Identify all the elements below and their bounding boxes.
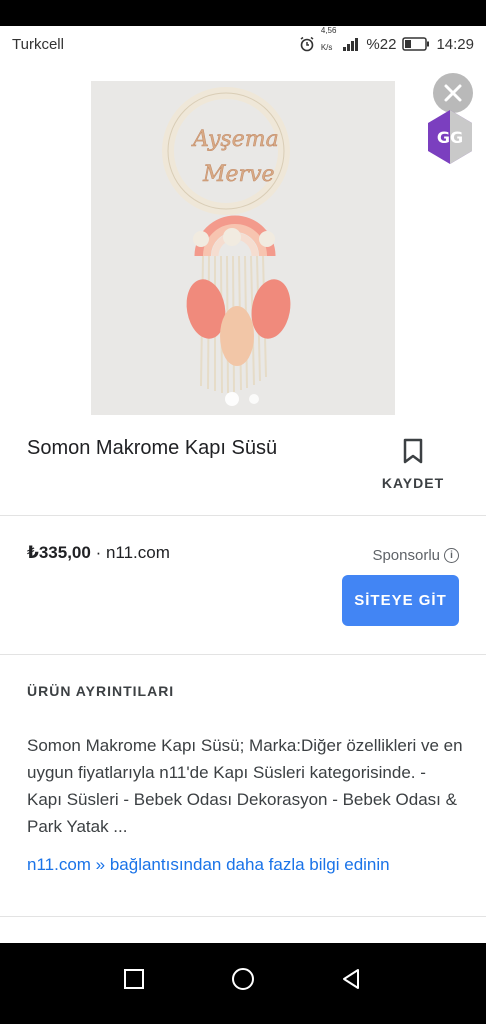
network-speed: 4,56 K/s (321, 27, 337, 61)
alarm-icon (300, 36, 314, 52)
macrame-illustration: Ayşema Merve (91, 81, 395, 415)
home-icon (232, 968, 254, 990)
top-black-bar (0, 0, 486, 26)
bookmark-icon (403, 438, 423, 464)
close-icon (444, 84, 462, 102)
signal-icon (343, 38, 359, 51)
gameguardian-overlay-icon[interactable]: GG (425, 108, 475, 166)
clock-time: 14:29 (436, 35, 474, 53)
recent-apps-button[interactable] (116, 961, 152, 997)
sponsored-label[interactable]: Sponsorlu i (372, 547, 459, 564)
save-button[interactable]: KAYDET (380, 438, 446, 491)
network-speed-top: 4,56 (320, 26, 337, 35)
save-label: KAYDET (381, 475, 445, 491)
network-speed-bottom: K/s (320, 43, 333, 52)
visit-site-button[interactable]: SİTEYE GİT (342, 575, 459, 626)
back-icon (343, 969, 359, 989)
home-button[interactable] (225, 961, 261, 997)
product-image[interactable]: Ayşema Merve (91, 81, 395, 415)
info-icon: i (444, 548, 459, 563)
battery-percent: %22 (366, 35, 397, 53)
gg-letters: GG (437, 128, 463, 147)
more-info-link[interactable]: n11.com » bağlantısından daha fazla bilg… (27, 855, 390, 875)
sponsored-text: Sponsorlu (372, 547, 440, 564)
system-nav-bar (0, 943, 486, 1024)
price: ₺335,00 (27, 543, 91, 562)
product-description: Somon Makrome Kapı Süsü; Marka:Diğer öze… (27, 736, 463, 836)
details-heading: ÜRÜN AYRINTILARI (27, 683, 175, 699)
divider (0, 654, 486, 655)
carrier-name: Turkcell (12, 35, 64, 53)
store-name: · n11.com (95, 543, 170, 562)
status-bar: Turkcell 4,56 K/s %22 14:29 (0, 26, 486, 62)
divider (0, 515, 486, 516)
status-icons: 4,56 K/s %22 14:29 (299, 27, 474, 61)
battery-icon (402, 37, 430, 51)
recent-apps-icon (124, 969, 144, 989)
name-bottom-text: Merve (202, 162, 275, 187)
back-button[interactable] (333, 961, 369, 997)
divider (0, 916, 486, 917)
product-title: Somon Makrome Kapı Süsü (27, 437, 278, 459)
close-button[interactable] (433, 73, 473, 113)
price-line: ₺335,00 · n11.com (27, 543, 170, 563)
name-top-text: Ayşema (191, 127, 279, 152)
